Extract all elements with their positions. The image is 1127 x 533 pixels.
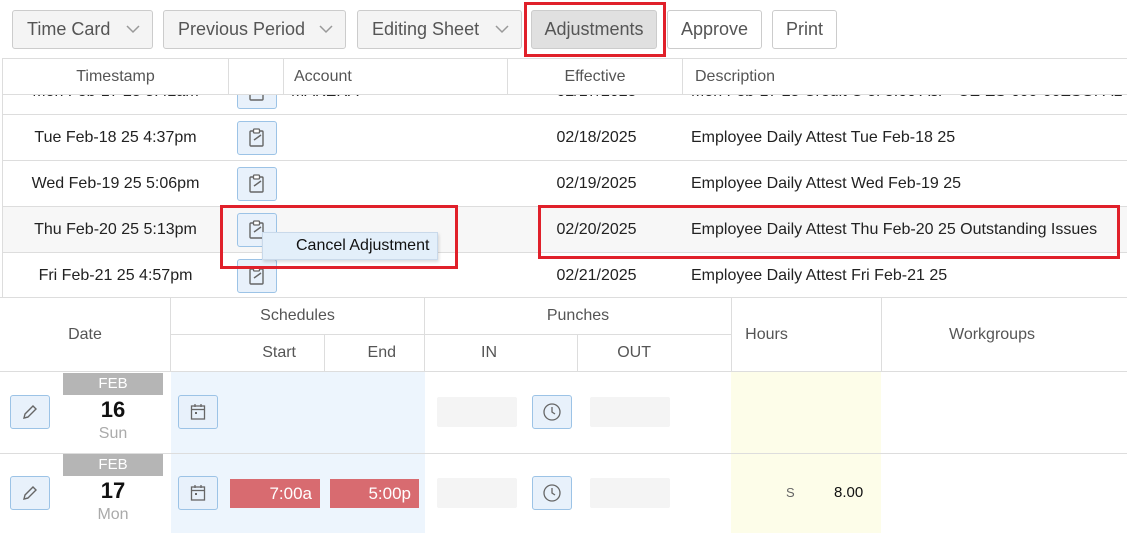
row-effective: 02/19/2025 [556, 175, 637, 192]
row-effective: 02/21/2025 [556, 267, 637, 284]
row-timestamp: Thu Feb-20 25 5:13pm [34, 221, 197, 238]
time-card-dropdown[interactable]: Time Card [12, 10, 153, 49]
clipboard-icon[interactable] [237, 121, 277, 155]
chevron-down-icon [495, 25, 509, 34]
approve-label: Approve [680, 19, 749, 39]
header-icon-column [229, 59, 284, 95]
header-in: IN [481, 344, 497, 361]
pencil-icon [23, 486, 37, 500]
day-weekday: Mon [97, 506, 129, 523]
header-start: Start [262, 344, 296, 361]
editing-sheet-label: Editing Sheet [372, 19, 480, 39]
previous-period-label: Previous Period [178, 19, 306, 39]
clipboard-icon[interactable] [237, 259, 277, 293]
chevron-down-icon [126, 25, 140, 34]
day-number: 17 [100, 478, 126, 503]
schedule-end[interactable]: 5:00p [330, 479, 419, 508]
adjustments-table: Timestamp Account Effective Description … [2, 58, 1127, 297]
toolbar: Time Card Previous Period Editing Sheet … [0, 0, 1127, 58]
previous-period-dropdown[interactable]: Previous Period [163, 10, 346, 49]
schedule-button[interactable] [178, 476, 218, 510]
punch-in-field[interactable] [437, 478, 517, 508]
table-row[interactable]: Wed Feb-19 25 5:06pm 02/19/2025 Employee… [3, 161, 1127, 207]
table-row[interactable]: Thu Feb-20 25 5:13pm 02/20/2025 Employee… [3, 207, 1127, 253]
row-effective: 02/18/2025 [556, 129, 637, 146]
adjustments-button[interactable]: Adjustments [531, 10, 657, 49]
header-description[interactable]: Description [683, 59, 1127, 95]
punch-clock-button[interactable] [532, 476, 572, 510]
punch-out-field[interactable] [590, 478, 670, 508]
header-out: OUT [617, 344, 651, 361]
timecard-grid: Date Schedules Start End Punches IN OUT … [0, 297, 1127, 533]
edit-day-button[interactable] [10, 395, 50, 429]
calendar-icon [190, 485, 206, 501]
table-row[interactable]: Fri Feb-21 25 4:57pm 02/21/2025 Employee… [3, 253, 1127, 297]
editing-sheet-dropdown[interactable]: Editing Sheet [357, 10, 522, 49]
row-timestamp: Wed Feb-19 25 5:06pm [31, 175, 200, 192]
header-hours: Hours [745, 325, 788, 343]
chevron-down-icon [319, 25, 333, 34]
day-month: FEB [63, 454, 163, 476]
adjustments-table-header: Timestamp Account Effective Description [3, 59, 1127, 95]
punch-in-field[interactable] [437, 397, 517, 427]
header-effective[interactable]: Effective [508, 59, 683, 95]
clipboard-icon[interactable] [237, 167, 277, 201]
row-effective: 02/20/2025 [556, 221, 637, 238]
day-badge: FEB 16 Sun [63, 373, 163, 445]
row-description: Employee Daily Attest Wed Feb-19 25 [691, 175, 962, 192]
header-workgroups: Workgroups [949, 325, 1035, 343]
calendar-icon [190, 404, 206, 420]
schedule-button[interactable] [178, 395, 218, 429]
day-month: FEB [63, 373, 163, 395]
edit-day-button[interactable] [10, 476, 50, 510]
table-row[interactable]: Tue Feb-18 25 4:37pm 02/18/2025 Employee… [3, 115, 1127, 161]
row-description: Employee Daily Attest Fri Feb-21 25 [691, 267, 948, 284]
header-punches: Punches [546, 307, 610, 324]
row-timestamp: Fri Feb-21 25 4:57pm [38, 267, 193, 284]
row-description: Employee Daily Attest Tue Feb-18 25 [691, 129, 956, 146]
header-date: Date [68, 325, 102, 343]
day-number: 16 [100, 397, 126, 422]
row-timestamp: Tue Feb-18 25 4:37pm [34, 129, 197, 146]
punch-clock-button[interactable] [532, 395, 572, 429]
print-label: Print [785, 19, 823, 39]
header-timestamp[interactable]: Timestamp [3, 59, 229, 95]
hours-type-code: S [786, 485, 795, 500]
adjustments-label: Adjustments [544, 19, 644, 39]
clock-icon [543, 484, 561, 502]
day-badge: FEB 17 Mon [63, 454, 163, 526]
schedule-start[interactable]: 7:00a [230, 479, 320, 508]
header-schedules: Schedules [260, 307, 335, 324]
punch-out-field[interactable] [590, 397, 670, 427]
time-card-label: Time Card [27, 19, 111, 39]
header-end: End [367, 344, 396, 361]
hours-value: 8.00 [834, 484, 864, 501]
day-weekday: Sun [98, 425, 128, 442]
cancel-adjustment-menu-item[interactable]: Cancel Adjustment [262, 232, 438, 260]
pencil-icon [23, 405, 37, 419]
clock-icon [543, 403, 561, 421]
row-description: Employee Daily Attest Thu Feb-20 25 Outs… [691, 221, 1098, 238]
header-account[interactable]: Account [284, 59, 508, 95]
approve-button[interactable]: Approve [667, 10, 762, 49]
print-button[interactable]: Print [772, 10, 837, 49]
